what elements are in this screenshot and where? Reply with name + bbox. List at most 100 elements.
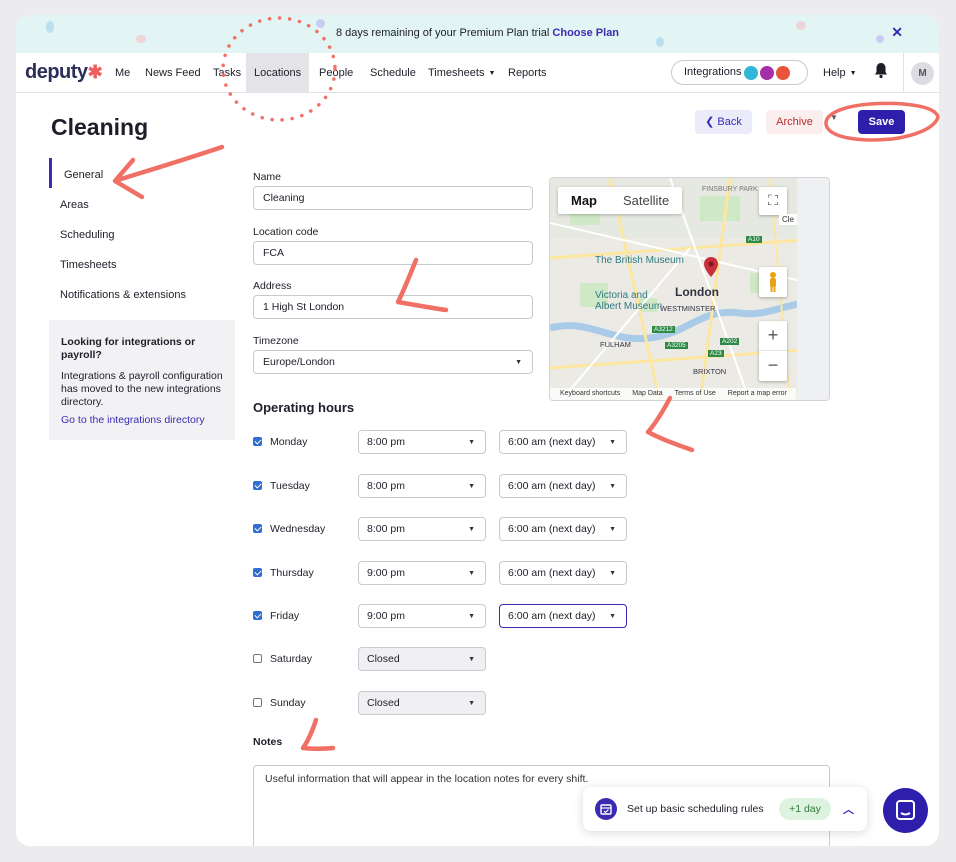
nav-reports[interactable]: Reports: [508, 67, 547, 79]
map-label-westminster: WESTMINSTER: [660, 304, 716, 313]
chevron-down-icon: ▼: [849, 70, 857, 77]
trial-banner: 8 days remaining of your Premium Plan tr…: [16, 15, 939, 53]
nav-timesheets[interactable]: Timesheets ▼: [428, 67, 495, 79]
page-title: Cleaning: [51, 114, 149, 140]
name-field[interactable]: Cleaning: [253, 186, 533, 210]
nav-divider: [903, 53, 904, 92]
logo-star-icon: ✱: [87, 62, 103, 82]
chevron-down-icon: ▼: [515, 359, 522, 366]
chevron-up-icon[interactable]: ︿: [843, 801, 854, 817]
friday-checkbox[interactable]: [253, 611, 262, 620]
street-view-icon[interactable]: [759, 267, 787, 297]
saturday-checkbox[interactable]: [253, 654, 262, 663]
sidebar-item-areas[interactable]: Areas: [60, 199, 89, 211]
saturday-open-select[interactable]: Closed ▼: [358, 647, 486, 671]
sidebar-item-scheduling[interactable]: Scheduling: [60, 229, 114, 241]
wednesday-close-select[interactable]: 6:00 am (next day) ▼: [499, 517, 627, 541]
address-field[interactable]: 1 High St London: [253, 295, 533, 319]
map-cut-label: Cle: [779, 214, 798, 225]
zoom-in-icon[interactable]: +: [759, 321, 787, 351]
map-label-a202: A202: [720, 338, 740, 345]
day-label: Thursday: [270, 567, 314, 579]
friday-open-select[interactable]: 9:00 pm ▼: [358, 604, 486, 628]
sidebar-item-timesheets[interactable]: Timesheets: [60, 259, 116, 271]
close-icon[interactable]: ✕: [891, 24, 903, 41]
archive-menu-chevron-icon[interactable]: ▼: [830, 113, 838, 122]
sidebar-active-indicator: [49, 158, 52, 188]
map-label-va-museum: Victoria and Albert Museum: [595, 290, 663, 312]
nav-news-feed[interactable]: News Feed: [145, 67, 201, 79]
sidebar-item-general[interactable]: General: [64, 169, 103, 181]
open-time: 8:00 pm: [367, 523, 405, 535]
location-map[interactable]: Map Satellite FINSBURY PARK The British …: [549, 177, 830, 401]
tuesday-checkbox[interactable]: [253, 481, 262, 490]
tuesday-open-select[interactable]: 8:00 pm ▼: [358, 474, 486, 498]
report-error-link[interactable]: Report a map error: [728, 390, 787, 397]
close-time: 6:00 am (next day): [508, 480, 596, 492]
terms-link[interactable]: Terms of Use: [675, 390, 716, 397]
archive-button[interactable]: Archive: [766, 110, 823, 134]
map-pin-icon[interactable]: [704, 257, 718, 277]
wednesday-open-select[interactable]: 8:00 pm ▼: [358, 517, 486, 541]
nav-schedule[interactable]: Schedule: [370, 67, 416, 79]
map-tab-satellite[interactable]: Satellite: [610, 187, 682, 214]
logo-text: deputy: [25, 61, 88, 83]
sunday-open-select[interactable]: Closed ▼: [358, 691, 486, 715]
nav-tasks[interactable]: Tasks: [213, 67, 241, 79]
thursday-open-select[interactable]: 9:00 pm ▼: [358, 561, 486, 585]
tuesday-close-select[interactable]: 6:00 am (next day) ▼: [499, 474, 627, 498]
integrations-directory-link[interactable]: Go to the integrations directory: [61, 414, 223, 427]
sunday-checkbox[interactable]: [253, 698, 262, 707]
monday-checkbox[interactable]: [253, 437, 262, 446]
friday-close-select[interactable]: 6:00 am (next day) ▼: [499, 604, 627, 628]
onboarding-toast[interactable]: Set up basic scheduling rules +1 day ︿: [583, 787, 867, 831]
map-data-link[interactable]: Map Data: [632, 390, 662, 397]
timezone-select[interactable]: Europe/London ▼: [253, 350, 533, 374]
monday-close-select[interactable]: 6:00 am (next day) ▼: [499, 430, 627, 454]
operating-hours-title: Operating hours: [253, 400, 355, 415]
integrations-button[interactable]: Integrations: [671, 60, 808, 85]
nav-people[interactable]: People: [319, 67, 353, 79]
wednesday-checkbox[interactable]: [253, 524, 262, 533]
timezone-value: Europe/London: [263, 356, 335, 368]
location-code-field[interactable]: FCA: [253, 241, 533, 265]
sidebar-item-notifications[interactable]: Notifications & extensions: [60, 289, 186, 301]
info-title: Looking for integrations or payroll?: [61, 336, 196, 361]
map-label-a3212: A3212: [652, 326, 675, 333]
top-nav: deputy✱ Me News Feed Tasks Locations Peo…: [16, 53, 939, 93]
back-button[interactable]: ❮ Back: [695, 110, 752, 134]
thursday-close-select[interactable]: 6:00 am (next day) ▼: [499, 561, 627, 585]
toast-badge: +1 day: [779, 798, 831, 820]
map-label-brixton: BRIXTON: [693, 367, 727, 376]
thursday-checkbox[interactable]: [253, 568, 262, 577]
keyboard-shortcuts-link[interactable]: Keyboard shortcuts: [560, 390, 620, 397]
nav-locations[interactable]: Locations: [246, 53, 310, 92]
close-time: 6:00 am (next day): [508, 523, 596, 535]
help-menu[interactable]: Help ▼: [823, 67, 857, 79]
chevron-down-icon: ▼: [468, 526, 475, 533]
deputy-logo[interactable]: deputy✱: [25, 61, 103, 84]
integration-icon: [776, 66, 790, 80]
map-label-finsbury: FINSBURY PARK: [702, 186, 758, 193]
integrations-label: Integrations: [684, 66, 742, 78]
info-body: Integrations & payroll configuration has…: [61, 370, 223, 408]
avatar[interactable]: M: [911, 62, 934, 85]
zoom-out-icon[interactable]: −: [759, 351, 787, 381]
map-label-london: London: [675, 285, 719, 299]
day-label: Monday: [270, 436, 308, 448]
choose-plan-link[interactable]: Choose Plan: [552, 27, 619, 39]
day-label: Sunday: [270, 697, 306, 709]
day-label: Saturday: [270, 653, 313, 665]
fullscreen-icon[interactable]: ⛶: [759, 187, 787, 215]
day-label: Tuesday: [270, 480, 310, 492]
map-tab-map[interactable]: Map: [558, 187, 610, 214]
map-label-british-museum: The British Museum: [595, 255, 684, 266]
chat-launcher-icon[interactable]: [883, 788, 928, 833]
monday-open-select[interactable]: 8:00 pm ▼: [358, 430, 486, 454]
myob-icon: [760, 66, 774, 80]
back-label: Back: [717, 116, 742, 128]
save-button[interactable]: Save: [858, 110, 905, 134]
nav-me[interactable]: Me: [115, 67, 130, 79]
bell-icon[interactable]: [874, 62, 888, 79]
nav-timesheets-label: Timesheets: [428, 67, 485, 79]
